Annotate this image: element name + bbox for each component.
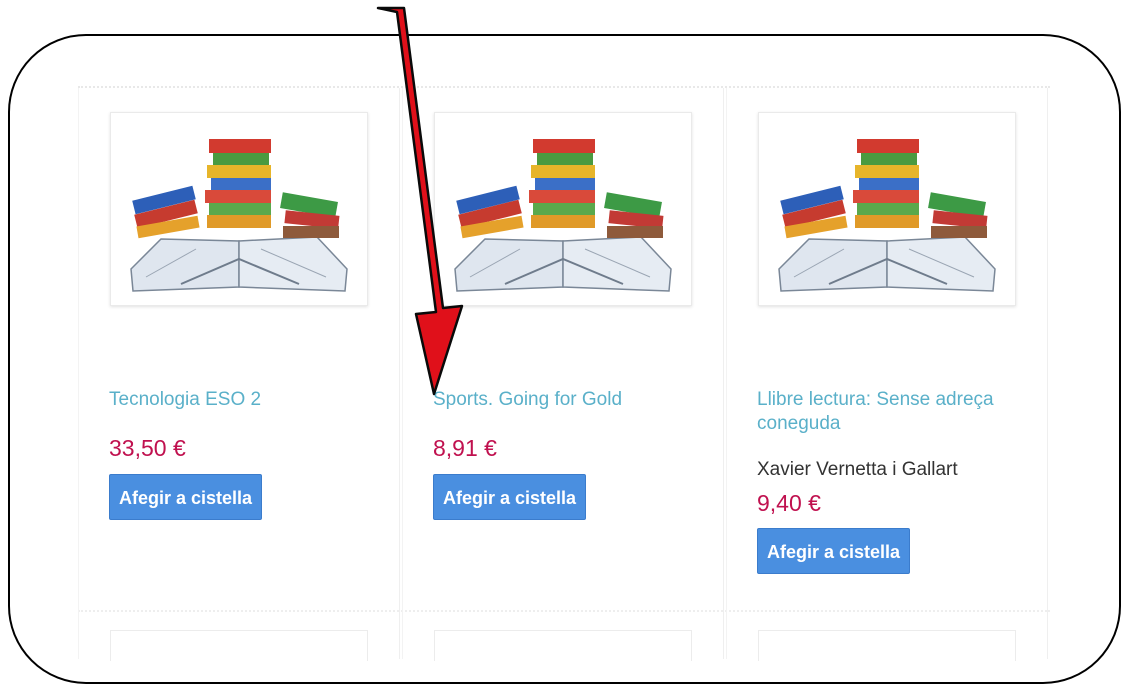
red-arrow-icon	[376, 6, 464, 396]
